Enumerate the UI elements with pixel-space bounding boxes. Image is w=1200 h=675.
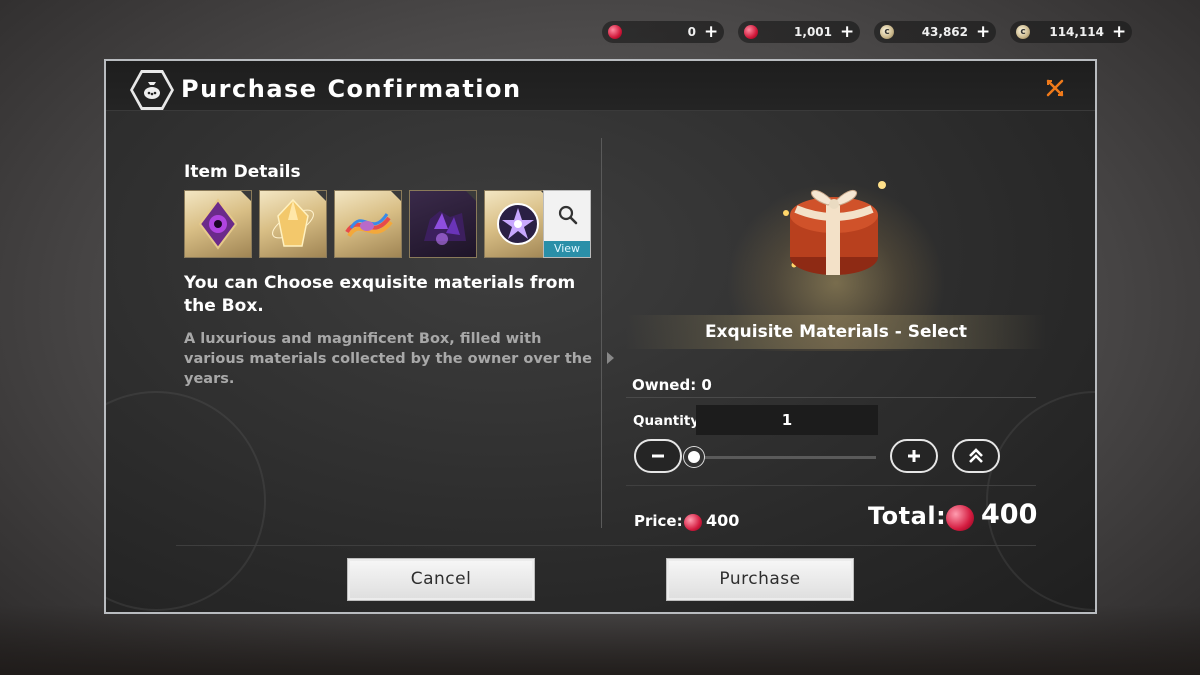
panel-divider — [601, 138, 602, 528]
item-slot[interactable] — [334, 190, 402, 258]
currency-value: 1,001 — [794, 25, 832, 39]
currency-bar: 0 + 1,001 + c 43,862 + c 114,114 + — [602, 21, 1132, 43]
quantity-slider-track[interactable] — [696, 456, 876, 459]
rainbow-thread-icon — [345, 213, 393, 238]
add-currency-button[interactable]: + — [704, 23, 718, 41]
total-value: 400 — [981, 499, 1038, 530]
currency-value: 43,862 — [921, 25, 968, 39]
price-value: 400 — [706, 511, 740, 530]
currency-coin-2: c 114,114 + — [1010, 21, 1132, 43]
quantity-label: Quantity — [633, 413, 700, 429]
coin-icon: c — [880, 25, 894, 39]
item-slot[interactable] — [184, 190, 252, 258]
view-items-button[interactable]: View — [543, 190, 591, 258]
purchase-dialog: Purchase Confirmation Item Details View … — [104, 59, 1097, 614]
divider — [626, 397, 1036, 398]
amber-crystal-icon — [272, 198, 314, 247]
item-list — [184, 190, 552, 258]
gift-box-icon — [783, 181, 886, 275]
currency-ruby-1: 0 + — [602, 21, 724, 43]
divider — [626, 485, 1036, 486]
item-slot[interactable] — [484, 190, 552, 258]
quantity-input[interactable]: 1 — [696, 405, 878, 435]
decorative-swirl — [106, 391, 266, 611]
increase-quantity-button[interactable] — [890, 439, 938, 473]
coin-icon: c — [1016, 25, 1030, 39]
purchase-button[interactable]: Purchase — [666, 558, 854, 601]
double-chevron-up-icon — [969, 448, 983, 463]
add-currency-button[interactable]: + — [1112, 23, 1126, 41]
currency-coin-1: c 43,862 + — [874, 21, 996, 43]
currency-ruby-2: 1,001 + — [738, 21, 860, 43]
item-details-title: Item Details — [184, 162, 301, 182]
dialog-header: Purchase Confirmation — [106, 61, 1095, 111]
divider — [176, 545, 1036, 546]
purple-gem-icon — [198, 198, 238, 250]
price-label: Price: — [634, 512, 683, 530]
product-name: Exquisite Materials - Select — [626, 315, 1046, 349]
star-orb-icon — [497, 203, 539, 245]
currency-value: 114,114 — [1049, 25, 1104, 39]
minus-icon — [652, 454, 664, 458]
plus-icon — [908, 450, 920, 462]
dark-ore-icon — [424, 211, 466, 245]
item-slot[interactable] — [409, 190, 477, 258]
ruby-icon — [744, 25, 758, 39]
max-quantity-button[interactable] — [952, 439, 1000, 473]
decrease-quantity-button[interactable] — [634, 439, 682, 473]
total-label: Total: — [868, 502, 947, 530]
ruby-icon — [684, 514, 702, 531]
divider-arrow-icon — [607, 352, 614, 364]
cancel-button[interactable]: Cancel — [347, 558, 535, 601]
add-currency-button[interactable]: + — [976, 23, 990, 41]
item-slot[interactable] — [259, 190, 327, 258]
currency-value: 0 — [687, 25, 696, 39]
ruby-icon — [608, 25, 622, 39]
add-currency-button[interactable]: + — [840, 23, 854, 41]
owned-count: Owned: 0 — [632, 376, 712, 394]
background-shadow — [0, 605, 1200, 675]
item-description-sub: A luxurious and magnificent Box, filled … — [184, 331, 592, 387]
quantity-slider-handle[interactable] — [684, 447, 704, 467]
dialog-title: Purchase Confirmation — [181, 75, 522, 103]
view-label: View — [544, 241, 590, 257]
search-icon — [558, 205, 578, 225]
close-icon[interactable] — [1045, 78, 1065, 98]
ruby-icon — [946, 505, 974, 531]
item-description-main: You can Choose exquisite materials from … — [184, 273, 576, 316]
